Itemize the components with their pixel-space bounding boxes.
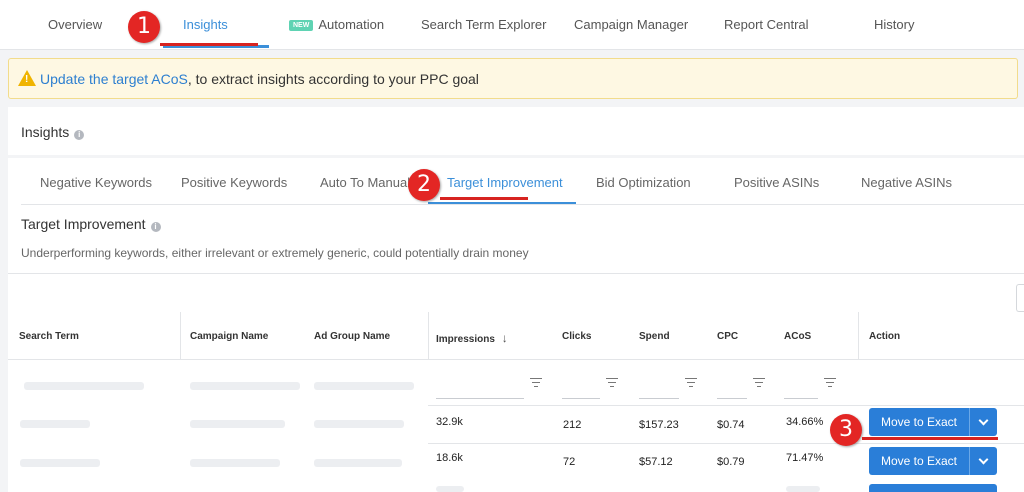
row2-clicks: 72 — [563, 456, 576, 468]
chevron-down-icon — [978, 415, 989, 426]
subtab-positive-keywords[interactable]: Positive Keywords — [181, 175, 287, 190]
header-campaign-name[interactable]: Campaign Name — [190, 331, 268, 342]
clicks-filter-input[interactable] — [562, 398, 600, 399]
step-marker-1: 1 — [128, 11, 160, 43]
blurred-ad-group-name — [314, 420, 404, 428]
section-title: Target Improvement i — [21, 216, 161, 232]
warning-icon: ! — [18, 70, 36, 86]
tab-campaign-manager[interactable]: Campaign Manager — [574, 17, 688, 32]
blurred-campaign-name — [190, 459, 280, 467]
insights-title: Insights i — [21, 124, 85, 140]
subtab-divider — [21, 204, 1024, 205]
row2-impressions: 18.6k — [436, 452, 463, 464]
row1-spend: $157.23 — [639, 419, 679, 431]
row-divider — [428, 443, 1024, 444]
subtab-negative-asins[interactable]: Negative ASINs — [861, 175, 952, 190]
warning-banner: ! Update the target ACoS, to extract ins… — [8, 58, 1018, 99]
acos-filter-input[interactable] — [784, 398, 818, 399]
blurred-campaign-name — [190, 420, 285, 428]
move-to-exact-dropdown[interactable] — [969, 408, 997, 436]
move-to-exact-button[interactable]: Move to Exact — [869, 408, 969, 436]
blurred-filter — [190, 382, 300, 390]
row1-impressions: 32.9k — [436, 416, 463, 428]
new-badge: NEW — [289, 20, 314, 31]
info-icon[interactable]: i — [150, 222, 161, 232]
blurred-cell — [786, 486, 820, 492]
header-cpc[interactable]: CPC — [717, 331, 738, 342]
step-marker-2: 2 — [408, 169, 440, 201]
row1-cpc: $0.74 — [717, 419, 745, 431]
row2-acos: 71.47% — [786, 452, 824, 464]
header-spend[interactable]: Spend — [639, 331, 670, 342]
blurred-filter — [24, 382, 144, 390]
column-separator — [858, 312, 859, 360]
move-to-exact-button-partial[interactable] — [869, 484, 997, 492]
row-divider — [428, 405, 1024, 406]
spend-filter-input[interactable] — [639, 398, 679, 399]
annotation-underline — [440, 197, 528, 200]
blurred-search-term — [20, 420, 90, 428]
column-separator — [428, 312, 429, 360]
tab-history[interactable]: History — [874, 17, 914, 32]
column-settings-button[interactable] — [1016, 284, 1024, 312]
impressions-filter-input[interactable] — [436, 398, 524, 399]
active-subtab-indicator — [428, 202, 576, 204]
tab-insights[interactable]: Insights — [183, 17, 228, 32]
subtab-positive-asins[interactable]: Positive ASINs — [734, 175, 819, 190]
filter-icon[interactable] — [685, 378, 697, 388]
cpc-filter-input[interactable] — [717, 398, 747, 399]
insights-header-panel — [8, 107, 1024, 155]
header-acos[interactable]: ACoS — [784, 331, 811, 342]
move-to-exact-dropdown[interactable] — [969, 447, 997, 475]
subtab-bid-optimization[interactable]: Bid Optimization — [596, 175, 691, 190]
move-to-exact-button[interactable]: Move to Exact — [869, 447, 969, 475]
header-ad-group-name[interactable]: Ad Group Name — [314, 331, 390, 342]
blurred-search-term — [20, 459, 100, 467]
tab-automation[interactable]: NEW Automation — [289, 17, 384, 32]
tab-overview[interactable]: Overview — [48, 17, 102, 32]
subtab-auto-to-manual[interactable]: Auto To Manual — [320, 175, 410, 190]
step-marker-3: 3 — [830, 414, 862, 446]
blurred-cell — [436, 486, 464, 492]
row1-acos: 34.66% — [786, 416, 824, 428]
filter-icon[interactable] — [606, 378, 618, 388]
header-action: Action — [869, 331, 901, 342]
annotation-underline — [160, 43, 258, 46]
banner-rest-text: , to extract insights according to your … — [187, 71, 479, 87]
arrow-down-icon[interactable]: ↓ — [502, 331, 508, 345]
filter-icon[interactable] — [530, 378, 542, 388]
annotation-underline — [862, 437, 998, 440]
chevron-down-icon — [978, 454, 989, 465]
blurred-ad-group-name — [314, 459, 402, 467]
filter-icon[interactable] — [753, 378, 765, 388]
tab-search-term-explorer[interactable]: Search Term Explorer — [421, 17, 546, 32]
info-icon[interactable]: i — [74, 130, 85, 140]
banner-message: Update the target ACoS, to extract insig… — [40, 71, 479, 87]
filter-icon[interactable] — [824, 378, 836, 388]
section-description: Underperforming keywords, either irrelev… — [21, 246, 529, 260]
tab-automation-label: Automation — [318, 17, 385, 32]
subtab-negative-keywords[interactable]: Negative Keywords — [40, 175, 152, 190]
header-impressions[interactable]: Impressions ↓ — [436, 331, 508, 345]
header-search-term[interactable]: Search Term — [19, 331, 79, 342]
column-separator — [180, 312, 181, 360]
update-target-acos-link[interactable]: Update the target ACoS — [40, 71, 188, 87]
header-clicks[interactable]: Clicks — [562, 331, 591, 342]
tab-report-central[interactable]: Report Central — [724, 17, 809, 32]
section-divider — [8, 273, 1024, 274]
row2-cpc: $0.79 — [717, 456, 745, 468]
subtab-target-improvement[interactable]: Target Improvement — [447, 175, 563, 190]
row1-clicks: 212 — [563, 419, 582, 431]
row2-spend: $57.12 — [639, 456, 673, 468]
blurred-filter — [314, 382, 414, 390]
